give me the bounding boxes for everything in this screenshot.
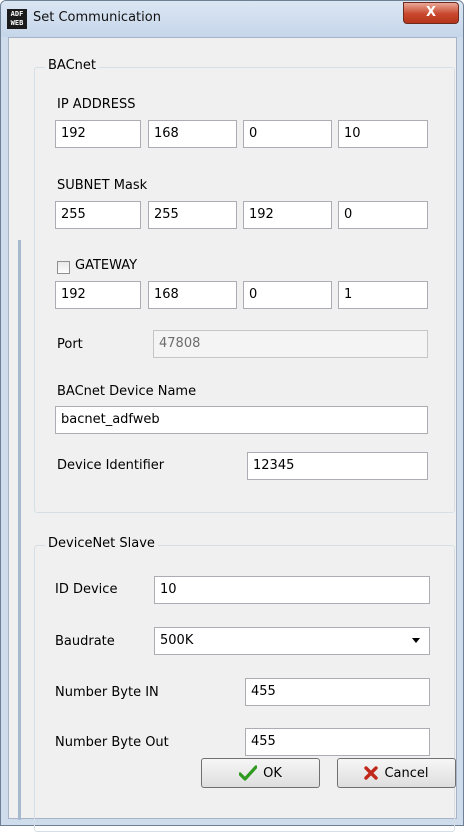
port-label: Port [57,337,83,352]
subnet-octet-1[interactable]: 255 [55,201,141,229]
x-cross-icon [364,766,379,780]
ip-address-label: IP ADDRESS [57,97,136,112]
port-field: 47808 [153,330,428,358]
id-device-label: ID Device [55,582,118,597]
device-identifier-field[interactable]: 12345 [247,452,428,480]
baudrate-select[interactable]: 500K [154,627,430,655]
devicenet-slave-legend: DeviceNet Slave [45,536,158,551]
device-identifier-label: Device Identifier [57,458,165,473]
subnet-octet-4[interactable]: 0 [338,201,428,229]
adfweb-app-icon: ADF WEB [7,9,27,29]
gateway-octet-1[interactable]: 192 [55,281,141,309]
ip-octet-1[interactable]: 192 [55,120,141,148]
window-frame-strip [18,240,21,820]
dialog-client: BACnet IP ADDRESS 192 . 168 . 0 . 10 SUB… [8,37,457,832]
window-title: Set Communication [33,10,161,25]
checkmark-icon [239,765,258,781]
baudrate-value: 500K [160,633,194,648]
set-communication-window: ADF WEB Set Communication X BACnet IP AD… [0,0,464,832]
baudrate-label: Baudrate [55,634,115,649]
gateway-octet-3[interactable]: 0 [243,281,332,309]
cancel-button[interactable]: Cancel [337,758,456,788]
subnet-octet-3[interactable]: 192 [243,201,332,229]
subnet-mask-label: SUBNET Mask [57,178,148,193]
gateway-checkbox[interactable] [57,261,70,274]
ip-octet-4[interactable]: 10 [338,120,428,148]
byte-in-field[interactable]: 455 [245,678,430,706]
ok-button[interactable]: OK [201,758,320,788]
gateway-octet-4[interactable]: 1 [338,281,428,309]
close-button[interactable]: X [403,2,459,24]
byte-out-label: Number Byte Out [55,735,169,750]
subnet-octet-2[interactable]: 255 [148,201,237,229]
ip-octet-2[interactable]: 168 [148,120,237,148]
id-device-field[interactable]: 10 [154,576,430,604]
gateway-label: GATEWAY [75,258,138,273]
byte-in-label: Number Byte IN [55,685,159,700]
gateway-octet-2[interactable]: 168 [148,281,237,309]
device-name-field[interactable]: bacnet_adfweb [55,406,428,434]
bacnet-legend: BACnet [45,58,99,73]
chevron-down-icon[interactable] [412,638,420,643]
ip-octet-3[interactable]: 0 [243,120,332,148]
byte-out-field[interactable]: 455 [245,728,430,756]
title-bar[interactable]: ADF WEB Set Communication X [1,1,463,37]
device-name-label: BACnet Device Name [57,384,197,399]
ok-label: OK [263,765,282,781]
cancel-label: Cancel [384,765,429,781]
